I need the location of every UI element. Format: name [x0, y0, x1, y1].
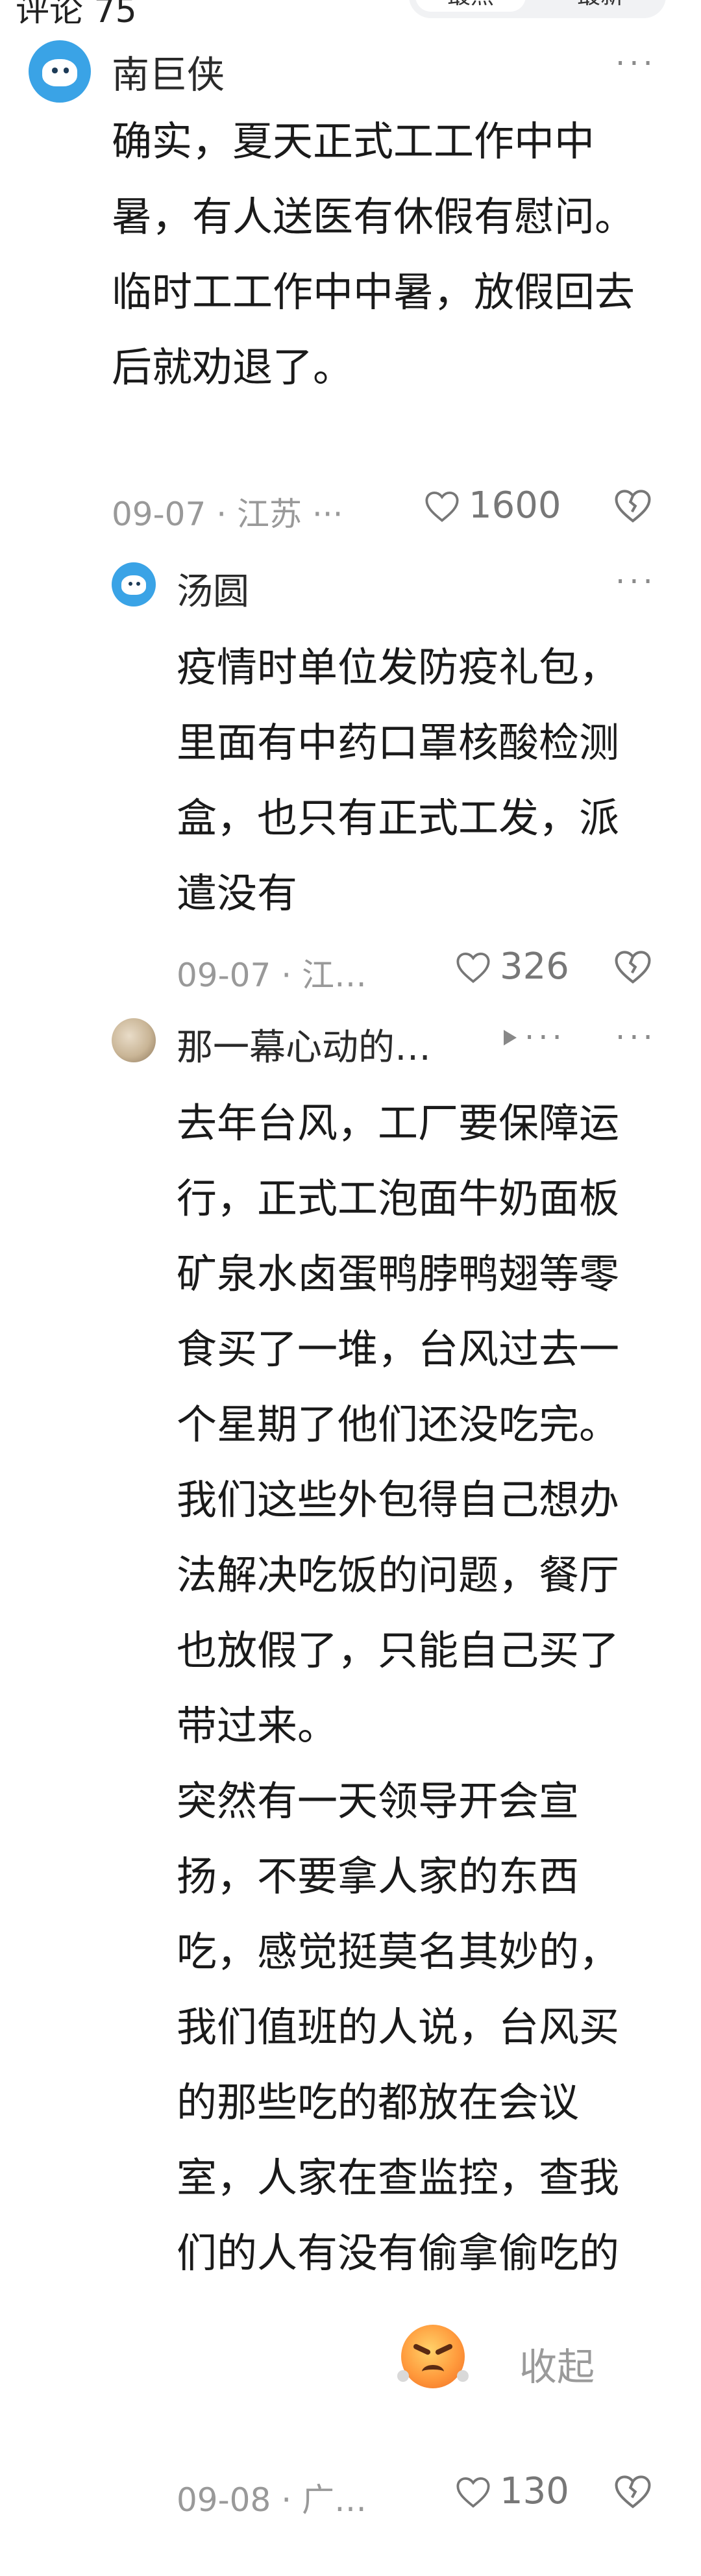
reply-date: 09-07 [177, 957, 271, 994]
comment-meta: 09-07 · 江苏 ··· [112, 495, 343, 533]
like-button[interactable]: 1600 [423, 484, 561, 527]
reply-paragraph: 突然有一天领导开会宣扬，不要拿人家的东西吃，感觉挺莫名其妙的，我们值班的人说，台… [177, 1777, 620, 2277]
more-dots-icon[interactable]: ··· [615, 564, 657, 600]
comment-text: 确实，夏天正式工工作中中暑，有人送医有休假有慰问。 临时工工作中中暑，放假回去后… [112, 104, 657, 405]
like-count: 1600 [469, 484, 561, 527]
reply-text: 疫情时单位发防疫礼包，里面有中药口罩核酸检测盒，也只有正式工发，派遣没有 [177, 630, 631, 931]
sort-toggle: 最热 最新 [409, 0, 666, 18]
collapse-button[interactable]: 收起 [519, 2336, 595, 2391]
reply-paragraph: 疫情时单位发防疫礼包，里面有中药口罩核酸检测盒，也只有正式工发，派遣没有 [177, 644, 620, 917]
reply-meta: 09-08 · 广… [177, 2481, 367, 2519]
sort-new-tab[interactable]: 最新 [545, 0, 656, 12]
like-button[interactable]: 326 [454, 945, 569, 988]
comment-paragraph: 确实，夏天正式工工作中中暑，有人送医有休假有慰问。 [112, 118, 635, 240]
comment-paragraph: 临时工工作中中暑，放假回去后就劝退了。 [112, 268, 635, 391]
reply-username[interactable]: 那一幕心动的… [177, 1018, 431, 1071]
comment-date: 09-07 [112, 495, 206, 533]
more-dots-icon[interactable]: ··· [615, 45, 657, 82]
like-count: 130 [500, 2470, 569, 2512]
sort-hot-tab[interactable]: 最热 [415, 0, 526, 12]
more-dots-icon[interactable]: ··· [615, 1019, 657, 1056]
avatar[interactable] [112, 562, 156, 606]
comment-location: 江苏 [236, 495, 302, 533]
reply-location: 广… [301, 2481, 367, 2519]
more-dots-icon[interactable]: ··· [524, 1019, 566, 1056]
avatar[interactable] [112, 1018, 156, 1062]
comments-title: 评论 75 [16, 0, 137, 23]
angry-face-emoji-icon [397, 2325, 469, 2388]
reply-date: 09-08 [177, 2481, 271, 2519]
broken-heart-icon[interactable] [613, 2473, 653, 2509]
heart-outline-icon [456, 952, 490, 983]
broken-heart-icon[interactable] [613, 948, 653, 984]
heart-outline-icon [425, 491, 459, 522]
like-button[interactable]: 130 [454, 2470, 569, 2512]
reply-location: 江… [301, 957, 367, 994]
reply-username[interactable]: 汤圆 [177, 562, 249, 615]
reply-meta: 09-07 · 江… [177, 957, 367, 994]
like-count: 326 [500, 945, 569, 988]
heart-outline-icon [456, 2477, 490, 2508]
broken-heart-icon[interactable] [613, 487, 653, 523]
comments-header: 评论 75 最热 最新 [0, 0, 701, 23]
play-icon[interactable] [504, 1030, 517, 1045]
comment-username[interactable]: 南巨侠 [112, 44, 225, 99]
reply-text: 去年台风，工厂要保障运行，正式工泡面牛奶面板矿泉水卤蛋鸭脖鸭翅等零食买了一堆，台… [177, 1086, 631, 2291]
avatar[interactable] [29, 40, 91, 103]
reply-paragraph: 去年台风，工厂要保障运行，正式工泡面牛奶面板矿泉水卤蛋鸭脖鸭翅等零食买了一堆，台… [177, 1099, 620, 1749]
